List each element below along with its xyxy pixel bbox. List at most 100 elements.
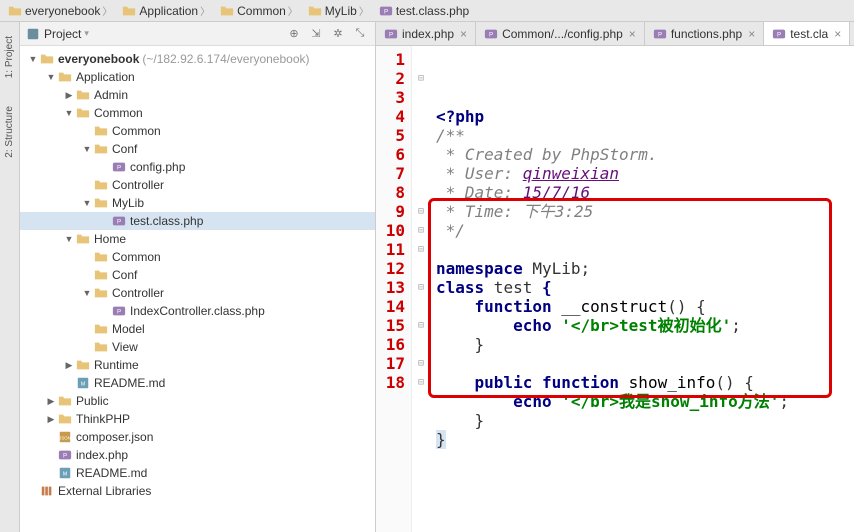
fold-marker[interactable]: ⊟ — [412, 316, 430, 335]
tree-node[interactable]: composer.json — [20, 428, 375, 446]
code-line[interactable]: * Time: 下午3:25 — [436, 202, 848, 221]
project-tree[interactable]: ▼everyonebook(~/182.92.6.174/everyoneboo… — [20, 46, 375, 532]
code-line[interactable]: function __construct() { — [436, 297, 848, 316]
tree-node[interactable]: ▼Application — [20, 68, 375, 86]
code-line[interactable]: echo '</br>我是show_info方法'; — [436, 392, 848, 411]
code-line[interactable]: namespace MyLib; — [436, 259, 848, 278]
code-line[interactable]: } — [436, 430, 848, 449]
editor-tab[interactable]: index.php× — [376, 22, 476, 45]
tree-node[interactable]: ▼MyLib — [20, 194, 375, 212]
tree-node[interactable]: ▼Controller — [20, 284, 375, 302]
fold-marker[interactable] — [412, 259, 430, 278]
tree-toggle[interactable]: ▼ — [44, 72, 58, 82]
tree-node[interactable]: README.md — [20, 374, 375, 392]
fold-marker[interactable] — [412, 335, 430, 354]
tree-node[interactable]: Controller — [20, 176, 375, 194]
vertical-tab[interactable]: 1: Project — [4, 32, 15, 82]
breadcrumb-item[interactable]: Application〉 — [118, 3, 216, 18]
tree-toggle[interactable]: ▶ — [44, 414, 58, 425]
tree-label: index.php — [76, 448, 128, 462]
close-icon[interactable]: × — [748, 27, 755, 41]
code-line[interactable]: class test { — [436, 278, 848, 297]
tree-node[interactable]: View — [20, 338, 375, 356]
fold-marker[interactable] — [412, 88, 430, 107]
code-editor[interactable]: 123456789101112131415161718 ⊟⊟⊟⊟⊟⊟⊟⊟ <?p… — [376, 46, 854, 532]
fold-column[interactable]: ⊟⊟⊟⊟⊟⊟⊟⊟ — [412, 46, 430, 532]
breadcrumb-item[interactable]: MyLib〉 — [304, 3, 375, 18]
tree-toggle[interactable]: ▶ — [44, 396, 58, 407]
collapse-all-button[interactable]: ⇲ — [307, 25, 325, 43]
dropdown-icon[interactable]: ▾ — [84, 28, 89, 39]
tree-node[interactable]: Model — [20, 320, 375, 338]
close-icon[interactable]: × — [629, 27, 636, 41]
fold-marker[interactable]: ⊟ — [412, 278, 430, 297]
tree-node[interactable]: ▶Admin — [20, 86, 375, 104]
tree-node[interactable]: ▶Public — [20, 392, 375, 410]
tree-node[interactable]: ▶Runtime — [20, 356, 375, 374]
code-line[interactable]: */ — [436, 221, 848, 240]
code-line[interactable] — [436, 354, 848, 373]
fold-marker[interactable] — [412, 50, 430, 69]
fold-marker[interactable] — [412, 126, 430, 145]
tree-node[interactable]: IndexController.class.php — [20, 302, 375, 320]
tree-node[interactable]: ▶ThinkPHP — [20, 410, 375, 428]
breadcrumb-item[interactable]: everyonebook〉 — [4, 3, 118, 18]
editor-tab[interactable]: Common/.../config.php× — [476, 22, 645, 45]
tree-toggle[interactable]: ▼ — [62, 234, 76, 244]
tree-node[interactable]: ▼Conf — [20, 140, 375, 158]
close-icon[interactable]: × — [834, 27, 841, 41]
code-line[interactable]: * Created by PhpStorm. — [436, 145, 848, 164]
tree-toggle[interactable]: ▼ — [80, 288, 94, 298]
fold-marker[interactable] — [412, 164, 430, 183]
tree-node[interactable]: Conf — [20, 266, 375, 284]
fold-marker[interactable]: ⊟ — [412, 69, 430, 88]
breadcrumb-item[interactable]: test.class.php — [375, 4, 473, 18]
tree-toggle[interactable]: ▶ — [62, 90, 76, 101]
tree-node[interactable]: ▼ Home — [20, 230, 375, 248]
fold-marker[interactable]: ⊟ — [412, 373, 430, 392]
code-line[interactable]: * Date: 15/7/16 — [436, 183, 848, 202]
code-line[interactable]: /** — [436, 126, 848, 145]
fold-marker[interactable]: ⊟ — [412, 202, 430, 221]
code-line[interactable] — [436, 240, 848, 259]
close-icon[interactable]: × — [460, 27, 467, 41]
vertical-tab[interactable]: 2: Structure — [4, 102, 15, 162]
code-line[interactable]: public function show_info() { — [436, 373, 848, 392]
tree-node[interactable]: External Libraries — [20, 482, 375, 500]
fold-marker[interactable]: ⊟ — [412, 354, 430, 373]
fold-marker[interactable] — [412, 107, 430, 126]
code-line[interactable]: * User: qinweixian — [436, 164, 848, 183]
tree-node[interactable]: Common — [20, 248, 375, 266]
hide-button[interactable]: ⤡ — [351, 25, 369, 43]
tree-toggle[interactable]: ▶ — [62, 360, 76, 371]
settings-button[interactable]: ✲ — [329, 25, 347, 43]
tree-node[interactable]: index.php — [20, 446, 375, 464]
tree-toggle[interactable]: ▼ — [80, 144, 94, 154]
fold-marker[interactable] — [412, 297, 430, 316]
tree-toggle[interactable]: ▼ — [62, 108, 76, 118]
fold-marker[interactable] — [412, 145, 430, 164]
fold-marker[interactable] — [412, 183, 430, 202]
tree-node[interactable]: Common — [20, 122, 375, 140]
editor-tab[interactable]: functions.php× — [645, 22, 764, 45]
code-content[interactable]: <?php/** * Created by PhpStorm. * User: … — [430, 46, 854, 532]
tree-node[interactable]: test.class.php — [20, 212, 375, 230]
fold-marker[interactable]: ⊟ — [412, 221, 430, 240]
tree-toggle[interactable]: ▼ — [80, 198, 94, 208]
tree-node[interactable]: ▼Common — [20, 104, 375, 122]
fold-marker[interactable]: ⊟ — [412, 240, 430, 259]
md-icon — [76, 376, 90, 390]
editor-tab[interactable]: test.cla× — [764, 22, 850, 46]
tree-node[interactable]: ▼everyonebook(~/182.92.6.174/everyoneboo… — [20, 50, 375, 68]
code-line[interactable]: <?php — [436, 107, 848, 126]
tree-node[interactable]: README.md — [20, 464, 375, 482]
code-line[interactable]: } — [436, 335, 848, 354]
tree-label: Home — [94, 232, 126, 246]
code-line[interactable]: echo '</br>test被初始化'; — [436, 316, 848, 335]
json-icon — [58, 430, 72, 444]
code-line[interactable]: } — [436, 411, 848, 430]
tree-toggle[interactable]: ▼ — [26, 54, 40, 64]
scroll-from-source-button[interactable]: ⊕ — [285, 25, 303, 43]
breadcrumb-item[interactable]: Common〉 — [216, 3, 304, 18]
tree-node[interactable]: config.php — [20, 158, 375, 176]
